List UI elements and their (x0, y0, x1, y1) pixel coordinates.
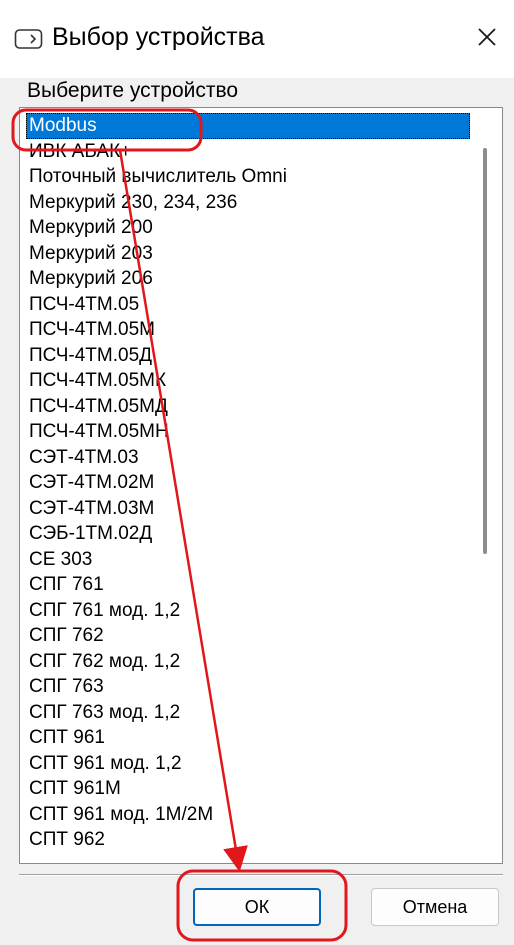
device-list-item[interactable]: CE 303 (26, 547, 470, 573)
device-list-item[interactable]: ПСЧ-4ТМ.05 (26, 292, 470, 318)
scrollbar-thumb[interactable] (483, 148, 487, 554)
close-icon[interactable] (472, 22, 502, 52)
device-list-item[interactable]: СЭТ-4ТМ.02М (26, 470, 470, 496)
device-list-item[interactable]: СПТ 961 мод. 1,2 (26, 751, 470, 777)
device-list-item[interactable]: СПТ 961 (26, 725, 470, 751)
device-list-item[interactable]: ПСЧ-4ТМ.05М (26, 317, 470, 343)
device-list-item[interactable]: Меркурий 203 (26, 241, 470, 267)
device-list-item[interactable]: СПГ 762 (26, 623, 470, 649)
window-icon (14, 29, 43, 49)
select-device-label: Выберите устройство (27, 79, 239, 102)
device-list-item[interactable]: Меркурий 230, 234, 236 (26, 190, 470, 216)
button-separator (19, 874, 503, 876)
device-list-item[interactable]: СЭТ-4ТМ.03М (26, 496, 470, 522)
device-list-item[interactable]: СПГ 761 мод. 1,2 (26, 598, 470, 624)
window-title: Выбор устройства (52, 23, 265, 51)
device-list-item[interactable]: Modbus (26, 113, 470, 139)
device-list-item[interactable]: Меркурий 200 (26, 215, 470, 241)
device-list-item[interactable]: СЭБ-1ТМ.02Д (26, 521, 470, 547)
device-select-dialog: Выбор устройства Выберите устройство Mod… (0, 0, 514, 945)
device-list-item[interactable]: СПГ 762 мод. 1,2 (26, 649, 470, 675)
title-bar: Выбор устройства (0, 0, 514, 78)
ok-button[interactable]: ОК (193, 888, 321, 926)
device-list-item[interactable]: Поточный вычислитель Omni (26, 164, 470, 190)
device-list-item[interactable]: ПСЧ-4ТМ.05Д (26, 343, 470, 369)
device-list: Modbus ИВК АБАК+ Поточный вычислитель Omni… (26, 113, 470, 853)
device-list-item[interactable]: СПТ 961М (26, 776, 470, 802)
device-list-item[interactable]: СПТ 962 (26, 827, 470, 853)
device-list-item[interactable]: ИВК АБАК+ (26, 139, 470, 165)
cancel-button[interactable]: Отмена (371, 888, 499, 926)
device-list-item[interactable]: СПГ 763 мод. 1,2 (26, 700, 470, 726)
device-list-item[interactable]: ПСЧ-4ТМ.05МН (26, 419, 470, 445)
device-list-item[interactable]: ПСЧ-4ТМ.05МД (26, 394, 470, 420)
device-list-item[interactable]: СПГ 761 (26, 572, 470, 598)
device-list-item[interactable]: СЭТ-4ТМ.03 (26, 445, 470, 471)
device-list-item[interactable]: Меркурий 206 (26, 266, 470, 292)
device-list-item[interactable]: СПГ 763 (26, 674, 470, 700)
device-listbox[interactable]: Modbus ИВК АБАК+ Поточный вычислитель Omni… (19, 107, 503, 864)
device-list-item[interactable]: ПСЧ-4ТМ.05МК (26, 368, 470, 394)
device-list-item[interactable]: СПТ 961 мод. 1М/2М (26, 802, 470, 828)
